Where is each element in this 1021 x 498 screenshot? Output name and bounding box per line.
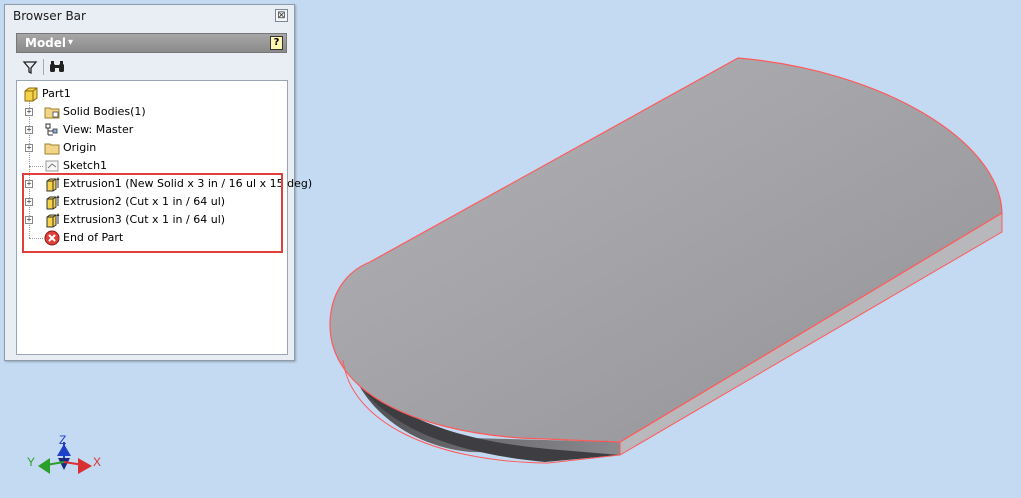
help-icon[interactable]: ? xyxy=(270,36,283,50)
tree-item-label: Origin xyxy=(63,141,97,154)
axis-triad: Z Y X xyxy=(27,433,101,474)
browser-bar-panel: Browser Bar ⊠ Model ▾ ? Part1 + Solid Bo… xyxy=(4,4,312,361)
expand-icon[interactable]: + xyxy=(25,108,33,116)
browser-toolbar xyxy=(16,55,287,79)
tree-item-label: Part1 xyxy=(42,87,71,100)
origin-folder-icon xyxy=(44,143,60,155)
model-dropdown-label: Model xyxy=(25,36,67,50)
sketch-icon xyxy=(45,160,59,172)
axis-z-label: Z xyxy=(59,433,66,447)
binoculars-icon[interactable] xyxy=(48,58,66,76)
solid-bodies-folder-icon xyxy=(44,107,60,119)
part-icon xyxy=(24,87,38,102)
expand-icon[interactable]: + xyxy=(25,126,33,134)
model-dropdown[interactable]: Model ▾ ? xyxy=(16,33,287,53)
filter-icon[interactable] xyxy=(21,58,39,76)
tree-item-solid-bodies[interactable]: + Solid Bodies(1) xyxy=(17,103,277,121)
tree-item-view-master[interactable]: + View: Master xyxy=(17,121,277,139)
panel-title: Browser Bar xyxy=(13,9,86,23)
tree-item-origin[interactable]: + Origin xyxy=(17,139,277,157)
tree-item-part1[interactable]: Part1 xyxy=(17,85,277,103)
tree-item-label: Solid Bodies(1) xyxy=(63,105,146,118)
view-icon xyxy=(45,123,58,136)
axis-y-label: Y xyxy=(27,455,35,469)
model-tree[interactable]: Part1 + Solid Bodies(1) + View: Master +… xyxy=(16,80,312,355)
tree-item-label: View: Master xyxy=(63,123,134,136)
highlight-annotation-box xyxy=(22,173,283,253)
chevron-down-icon: ▾ xyxy=(68,37,74,48)
axis-x-label: X xyxy=(93,455,101,469)
part-top-face[interactable] xyxy=(329,57,1003,443)
close-icon[interactable]: ⊠ xyxy=(275,9,288,22)
expand-icon[interactable]: + xyxy=(25,144,33,152)
tree-item-label: Sketch1 xyxy=(63,159,108,172)
